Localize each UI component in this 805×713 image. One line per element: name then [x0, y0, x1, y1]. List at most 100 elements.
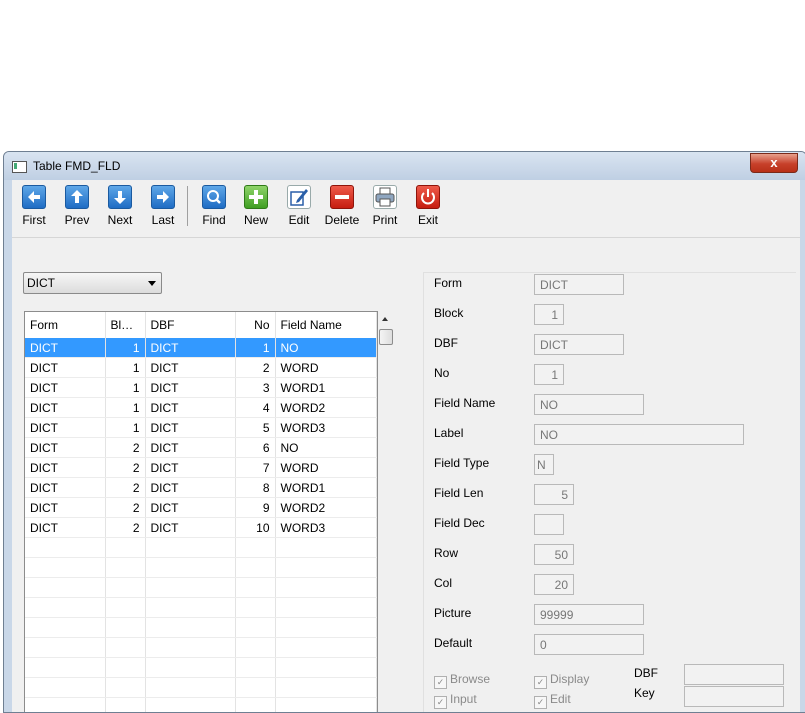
edit-checkbox[interactable]: ✓Edit: [534, 692, 571, 709]
default-field[interactable]: 0: [534, 634, 644, 655]
table-row[interactable]: DICT1DICT3WORD1: [25, 378, 376, 398]
table-cell: 1: [105, 418, 145, 438]
table-cell: 4: [235, 398, 275, 418]
table-row[interactable]: DICT2DICT8WORD1: [25, 478, 376, 498]
table-cell: DICT: [25, 418, 105, 438]
find-button[interactable]: Find: [194, 185, 234, 227]
table-cell: [235, 558, 275, 578]
field-len-field[interactable]: 5: [534, 484, 574, 505]
table-cell: [25, 698, 105, 713]
table-cell: [25, 578, 105, 598]
detail-panel: Form DICT Block 1 DBF DICT No 1 Field Na…: [423, 272, 796, 713]
field-type-field[interactable]: N: [534, 454, 554, 475]
input-checkbox-label: Input: [450, 692, 477, 706]
table-row[interactable]: DICT1DICT5WORD3: [25, 418, 376, 438]
table-cell: WORD1: [275, 378, 376, 398]
label-field[interactable]: NO: [534, 424, 744, 445]
table-cell: [25, 618, 105, 638]
table-row[interactable]: DICT2DICT10WORD3: [25, 518, 376, 538]
column-header-block[interactable]: Bl…: [105, 312, 145, 338]
table-row[interactable]: DICT2DICT7WORD: [25, 458, 376, 478]
table-cell: [235, 598, 275, 618]
extra-key-field[interactable]: [684, 686, 784, 707]
table-cell: NO: [275, 438, 376, 458]
edit-button[interactable]: Edit: [279, 185, 319, 227]
row-field[interactable]: 50: [534, 544, 574, 565]
new-button[interactable]: New: [236, 185, 276, 227]
block-field[interactable]: 1: [534, 304, 564, 325]
prev-button[interactable]: Prev: [57, 185, 97, 227]
table-cell: WORD: [275, 458, 376, 478]
table-row[interactable]: [25, 638, 376, 658]
close-button[interactable]: x: [750, 153, 798, 173]
scroll-up-icon[interactable]: [382, 317, 388, 321]
dbf-field[interactable]: DICT: [534, 334, 624, 355]
no-field[interactable]: 1: [534, 364, 564, 385]
browse-checkbox-label: Browse: [450, 672, 490, 686]
extra-dbf-label: DBF: [634, 666, 658, 680]
arrow-down-icon: [108, 185, 132, 209]
delete-button[interactable]: Delete: [322, 185, 362, 227]
display-checkbox[interactable]: ✓Display: [534, 672, 589, 689]
last-button[interactable]: Last: [143, 185, 183, 227]
exit-button[interactable]: Exit: [408, 185, 448, 227]
field-name-field[interactable]: NO: [534, 394, 644, 415]
table-row[interactable]: DICT2DICT6NO: [25, 438, 376, 458]
print-button-label: Print: [365, 213, 405, 227]
records-grid[interactable]: Form Bl… DBF No Field Name DICT1DICT1NOD…: [24, 311, 378, 713]
next-button[interactable]: Next: [100, 185, 140, 227]
table-cell: DICT: [145, 498, 235, 518]
table-cell: WORD: [275, 358, 376, 378]
field-name-label: Field Name: [434, 396, 495, 410]
table-row[interactable]: [25, 598, 376, 618]
scroll-thumb[interactable]: [379, 329, 393, 345]
table-cell: [25, 598, 105, 618]
first-button[interactable]: First: [14, 185, 54, 227]
input-checkbox[interactable]: ✓Input: [434, 692, 477, 709]
table-row[interactable]: [25, 678, 376, 698]
block-label: Block: [434, 306, 463, 320]
field-type-label: Field Type: [434, 456, 489, 470]
picture-field[interactable]: 99999: [534, 604, 644, 625]
table-cell: 6: [235, 438, 275, 458]
table-row[interactable]: DICT2DICT9WORD2: [25, 498, 376, 518]
col-field[interactable]: 20: [534, 574, 574, 595]
column-header-dbf[interactable]: DBF: [145, 312, 235, 338]
table-row[interactable]: [25, 538, 376, 558]
table-row[interactable]: DICT1DICT4WORD2: [25, 398, 376, 418]
window-title: Table FMD_FLD: [33, 159, 120, 173]
table-row[interactable]: [25, 618, 376, 638]
no-label: No: [434, 366, 449, 380]
table-cell: [235, 698, 275, 713]
form-field[interactable]: DICT: [534, 274, 624, 295]
field-dec-field[interactable]: [534, 514, 564, 535]
table-row[interactable]: DICT1DICT1NO: [25, 338, 376, 358]
table-cell: [275, 698, 376, 713]
table-row[interactable]: [25, 658, 376, 678]
column-header-no[interactable]: No: [235, 312, 275, 338]
printer-icon: [373, 185, 397, 209]
column-header-field-name[interactable]: Field Name: [275, 312, 376, 338]
table-row[interactable]: [25, 578, 376, 598]
title-bar[interactable]: Table FMD_FLD x: [4, 152, 805, 180]
table-cell: [235, 578, 275, 598]
table-row[interactable]: [25, 558, 376, 578]
print-button[interactable]: Print: [365, 185, 405, 227]
column-header-form[interactable]: Form: [25, 312, 105, 338]
new-button-label: New: [236, 213, 276, 227]
browse-checkbox[interactable]: ✓Browse: [434, 672, 490, 689]
plus-icon: [244, 185, 268, 209]
form-select[interactable]: DICT: [23, 272, 162, 294]
last-button-label: Last: [143, 213, 183, 227]
table-cell: DICT: [145, 418, 235, 438]
table-cell: [145, 698, 235, 713]
delete-button-label: Delete: [322, 213, 362, 227]
grid-scrollbar[interactable]: [378, 311, 394, 711]
window-icon: [12, 161, 27, 173]
extra-dbf-field[interactable]: [684, 664, 784, 685]
table-row[interactable]: DICT1DICT2WORD: [25, 358, 376, 378]
table-cell: DICT: [25, 458, 105, 478]
table-cell: 2: [105, 518, 145, 538]
table-row[interactable]: [25, 698, 376, 713]
table-cell: [105, 578, 145, 598]
